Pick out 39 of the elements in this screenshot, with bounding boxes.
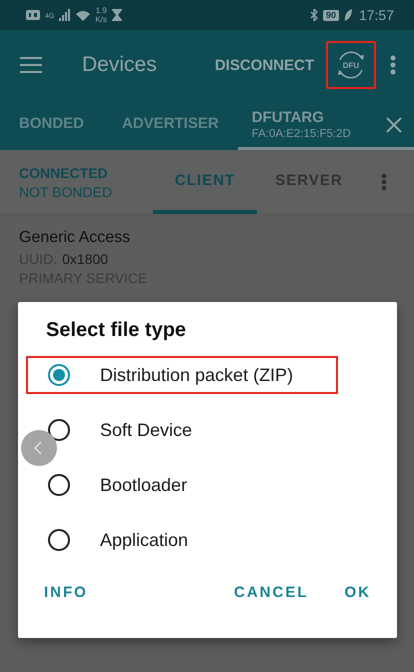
menu-icon[interactable] xyxy=(20,57,42,73)
dialog-button[interactable]: CANCEL xyxy=(230,578,312,607)
chevron-icon xyxy=(34,441,42,455)
connection-state: CONNECTED xyxy=(19,164,109,180)
bond-state: NOT BONDED xyxy=(19,184,114,200)
network-speed: 1.9 xyxy=(96,6,107,15)
battery-level: 90 xyxy=(322,10,339,20)
toolbar-title: Devices xyxy=(82,53,158,77)
device-address: FA:0A:E2:15:F5:2D xyxy=(252,128,352,140)
bluetooth-icon xyxy=(310,9,318,21)
clock: 17:57 xyxy=(358,7,394,23)
speed-unit: K/s xyxy=(95,15,107,24)
dialog-button[interactable]: INFO xyxy=(40,578,92,607)
signal-icon xyxy=(59,9,72,21)
option-label: Application xyxy=(100,530,188,550)
uuid-value: 0x1800 xyxy=(62,251,108,267)
dialog-title: Select file type xyxy=(45,318,188,342)
disconnect-button[interactable]: DISCONNECT xyxy=(214,56,314,74)
device-tab[interactable]: BONDED xyxy=(0,100,104,150)
radio-option[interactable]: Distribution packet (ZIP) xyxy=(26,356,338,394)
dialog-button[interactable]: OK xyxy=(340,578,375,607)
radio-button[interactable] xyxy=(48,529,70,551)
more-icon[interactable] xyxy=(390,55,396,75)
tab-title: DFUTARG xyxy=(252,109,325,126)
option-label: Soft Device xyxy=(100,420,192,440)
wifi-icon xyxy=(76,10,90,20)
leaf-icon xyxy=(344,9,352,21)
hourglass-icon xyxy=(112,9,122,21)
option-label: Bootloader xyxy=(100,474,188,496)
radio-button[interactable] xyxy=(48,474,70,496)
device-tab[interactable]: ADVERTISER xyxy=(103,100,238,150)
radio-button[interactable] xyxy=(48,364,70,386)
option-label: Distribution packet (ZIP) xyxy=(100,364,294,386)
dfu-button[interactable]: DFU xyxy=(326,41,376,89)
radio-option[interactable]: Bootloader xyxy=(26,466,338,504)
more-icon[interactable] xyxy=(381,173,387,191)
service-name: Generic Access xyxy=(19,229,132,247)
radio-option[interactable]: Application xyxy=(26,521,338,559)
close-icon[interactable] xyxy=(386,117,402,133)
